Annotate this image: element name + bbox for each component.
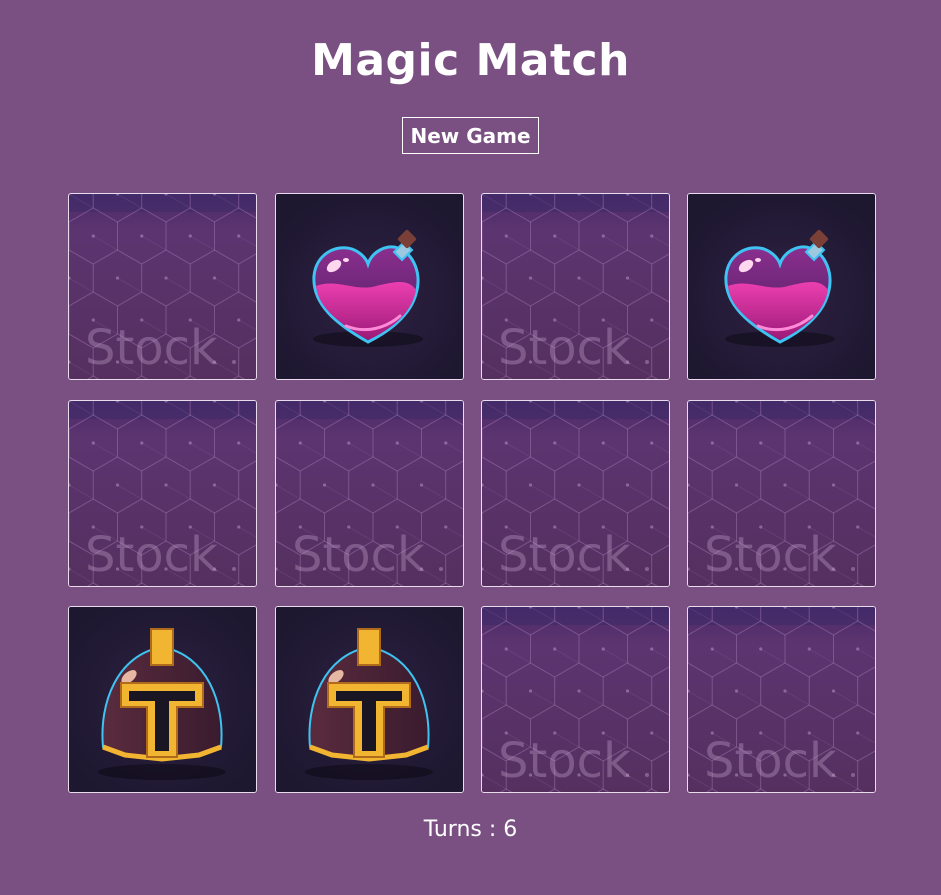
card-back: Stock: [69, 401, 256, 586]
potion-icon: [688, 194, 875, 379]
card-back: Stock: [688, 607, 875, 792]
card-1[interactable]: Stock: [68, 193, 257, 380]
card-back: Stock: [276, 401, 463, 586]
helmet-icon: [69, 607, 256, 792]
card-12[interactable]: Stock: [687, 606, 876, 793]
watermark-label: Stock: [498, 527, 631, 583]
card-back: Stock: [69, 194, 256, 379]
card-7[interactable]: Stock: [481, 400, 670, 587]
watermark-label: Stock: [498, 320, 631, 376]
turns-counter: Turns : 6: [423, 817, 518, 842]
card-back: Stock: [482, 194, 669, 379]
card-5[interactable]: Stock: [68, 400, 257, 587]
watermark-label: Stock: [704, 527, 837, 583]
watermark-label: Stock: [292, 527, 425, 583]
new-game-button[interactable]: New Game: [402, 117, 539, 154]
helmet-icon: [276, 607, 463, 792]
card-back: Stock: [688, 401, 875, 586]
card-10[interactable]: [275, 606, 464, 793]
watermark-label: Stock: [85, 320, 218, 376]
card-3[interactable]: Stock: [481, 193, 670, 380]
card-11[interactable]: Stock: [481, 606, 670, 793]
card-back: Stock: [482, 401, 669, 586]
card-6[interactable]: Stock: [275, 400, 464, 587]
potion-icon: [276, 194, 463, 379]
card-2[interactable]: [275, 193, 464, 380]
watermark-label: Stock: [704, 733, 837, 789]
card-9[interactable]: [68, 606, 257, 793]
watermark-label: Stock: [85, 527, 218, 583]
watermark-label: Stock: [498, 733, 631, 789]
page-title: Magic Match: [311, 35, 630, 86]
card-back: Stock: [482, 607, 669, 792]
card-8[interactable]: Stock: [687, 400, 876, 587]
card-4[interactable]: [687, 193, 876, 380]
